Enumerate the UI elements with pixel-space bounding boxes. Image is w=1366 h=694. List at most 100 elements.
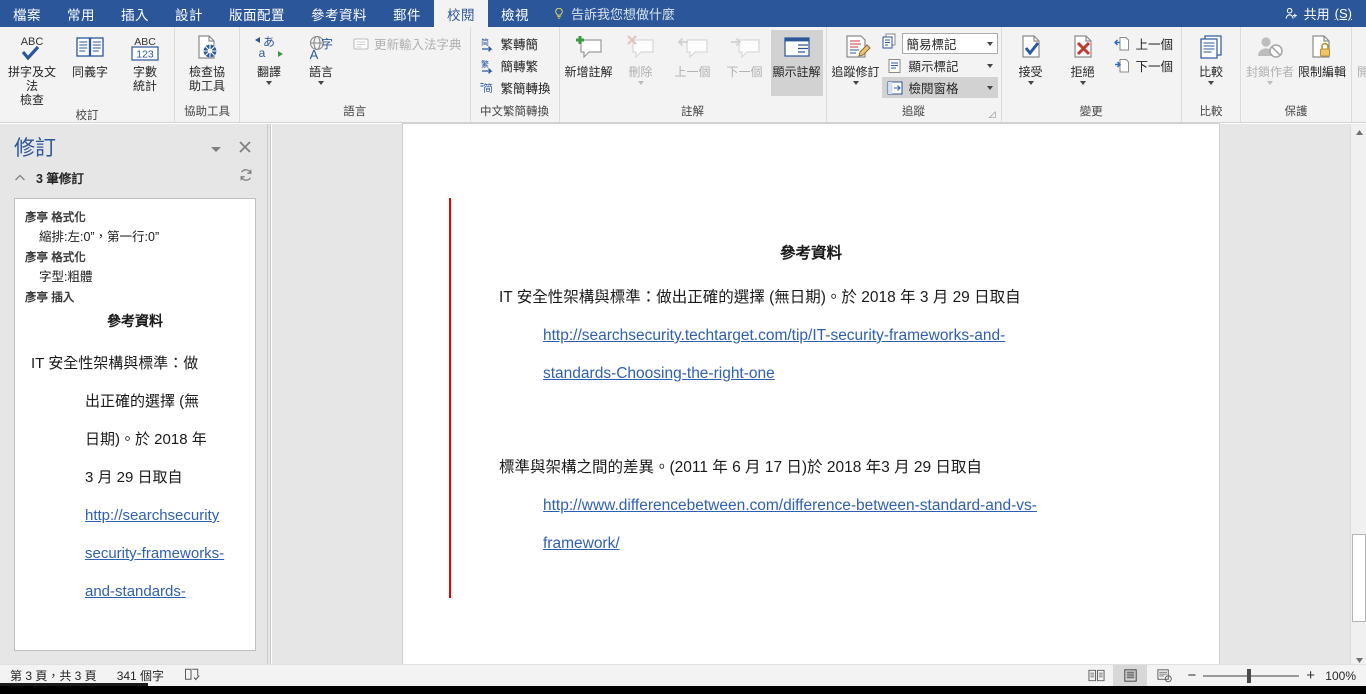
- accept-change-button[interactable]: 接受: [1005, 30, 1057, 96]
- reviewing-pane-icon: [887, 79, 904, 96]
- document-page[interactable]: 參考資料 IT 安全性架構與標準：做出正確的選擇 (無日期)。於 2018 年 …: [403, 124, 1219, 669]
- tab-layout[interactable]: 版面配置: [216, 0, 298, 27]
- chevron-down-icon[interactable]: [209, 142, 223, 156]
- word-count-label: 字數 統計: [132, 65, 157, 93]
- show-comments-button[interactable]: 顯示註解: [770, 30, 823, 96]
- zoom-slider-track[interactable]: [1203, 668, 1300, 683]
- scroll-up-arrow[interactable]: [1351, 124, 1366, 141]
- restrict-editing-button[interactable]: 限制編輯: [1296, 30, 1348, 96]
- word-count-indicator[interactable]: 341 個字: [107, 667, 174, 684]
- track-changes-icon: [840, 32, 872, 64]
- translate-dropdown-caret[interactable]: [266, 81, 272, 85]
- tab-file[interactable]: 檔案: [0, 0, 54, 27]
- show-markup-icon: [887, 57, 904, 74]
- reference-2-link-line-1[interactable]: http://www.differencebetween.com/differe…: [499, 495, 1159, 517]
- tracking-dialog-launcher[interactable]: ◿: [987, 109, 998, 120]
- pane-splitter[interactable]: [268, 124, 271, 669]
- chevron-up-icon[interactable]: [14, 172, 26, 184]
- start-inking-button[interactable]: 開始筆跡: [1355, 30, 1366, 96]
- web-layout-view-button[interactable]: [1147, 665, 1181, 687]
- share-button[interactable]: 共用 (S): [1278, 0, 1358, 27]
- group-label-compare: 比較: [1199, 106, 1223, 118]
- vertical-scrollbar-thumb[interactable]: [1352, 534, 1366, 622]
- lightbulb-icon: [555, 7, 563, 19]
- svg-text:简: 简: [483, 82, 493, 95]
- reference-2-link-line-2[interactable]: framework/: [499, 533, 1159, 555]
- abc-123-icon: ABC 123: [128, 32, 162, 64]
- inserted-link-line[interactable]: http://searchsecurity: [31, 497, 245, 535]
- next-comment-button[interactable]: 下一個: [719, 30, 771, 96]
- reviewing-pane-caret[interactable]: [986, 85, 993, 90]
- reference-1-link-line-1[interactable]: http://searchsecurity.techtarget.com/tip…: [499, 325, 1139, 347]
- zoom-control[interactable]: − + 100%: [1181, 668, 1366, 683]
- print-layout-view-button[interactable]: [1113, 664, 1148, 687]
- language-dropdown-caret[interactable]: [318, 81, 324, 85]
- track-changes-button[interactable]: 追蹤修訂: [830, 30, 882, 96]
- chinese-conversion-button[interactable]: 简 繁簡轉換: [474, 77, 556, 98]
- tab-insert[interactable]: 插入: [108, 0, 162, 27]
- track-changes-dropdown-caret[interactable]: [852, 81, 859, 85]
- spelling-grammar-button[interactable]: ABC 拼字及文法 檢查: [3, 30, 61, 107]
- markup-display-value: 簡易標記: [906, 38, 957, 52]
- compare-dropdown-caret[interactable]: [1208, 81, 1215, 85]
- show-markup-caret[interactable]: [986, 63, 993, 68]
- thesaurus-button[interactable]: 同義字: [61, 30, 119, 96]
- traditional-to-simplified-button[interactable]: 简 繁轉簡: [474, 33, 556, 54]
- show-markup-label: 顯示標記: [908, 60, 959, 74]
- revision-item[interactable]: 彥亭 插入 參考資料 IT 安全性架構與標準：做 出正確的選擇 (無 日期)。於…: [15, 285, 255, 611]
- share-accel: (S): [1334, 6, 1352, 21]
- tell-me-box[interactable]: 告訴我您想做什麼: [542, 0, 685, 27]
- tab-home[interactable]: 常用: [54, 0, 108, 27]
- revision-item[interactable]: 彥亭 格式化 縮排:左:0”，第一行:0”: [15, 205, 255, 245]
- translate-button[interactable]: あ a 翻譯: [243, 30, 295, 96]
- update-ime-dictionary-button[interactable]: 更新輸入法字典: [347, 33, 467, 54]
- tab-design[interactable]: 設計: [162, 0, 216, 27]
- inserted-link-line[interactable]: and-standards-: [31, 573, 245, 611]
- reference-1-link-line-2[interactable]: standards-Choosing-the-right-one: [499, 363, 1139, 385]
- check-accessibility-button[interactable]: 檢查協 助工具: [178, 30, 236, 96]
- zoom-level-label[interactable]: 100%: [1322, 669, 1356, 683]
- language-button[interactable]: A 字 語言: [295, 30, 347, 96]
- zoom-out-button[interactable]: −: [1187, 668, 1196, 683]
- revision-list[interactable]: 彥亭 格式化 縮排:左:0”，第一行:0” 彥亭 格式化 字型:粗體 彥亭 插入…: [14, 198, 256, 651]
- taskbar: [0, 686, 1366, 694]
- translate-label: 翻譯: [256, 65, 281, 79]
- tab-references[interactable]: 參考資料: [298, 0, 380, 27]
- markup-display-combo[interactable]: 簡易標記: [901, 33, 998, 54]
- proofing-status-icon[interactable]: [174, 667, 211, 684]
- block-authors-button[interactable]: 封鎖作者: [1244, 30, 1296, 96]
- close-icon[interactable]: [237, 139, 253, 155]
- delete-comment-dropdown-caret[interactable]: [637, 81, 644, 85]
- previous-comment-button[interactable]: 上一個: [667, 30, 719, 96]
- next-change-button[interactable]: 下一個: [1109, 55, 1179, 76]
- reviewing-pane-button[interactable]: 檢閱窗格: [881, 77, 998, 98]
- inserted-heading: 參考資料: [107, 313, 163, 329]
- page-indicator[interactable]: 第 3 頁，共 3 頁: [0, 667, 107, 684]
- reject-change-dropdown-caret[interactable]: [1079, 81, 1086, 85]
- revision-item[interactable]: 彥亭 格式化 字型:粗體: [15, 245, 255, 285]
- accept-change-dropdown-caret[interactable]: [1027, 81, 1034, 85]
- reject-change-button[interactable]: 拒絕: [1057, 30, 1109, 96]
- new-comment-button[interactable]: 新增註解: [563, 30, 615, 96]
- simplified-to-traditional-button[interactable]: 繁 簡轉繁: [474, 55, 556, 76]
- markup-display-caret[interactable]: [986, 41, 993, 46]
- next-comment-label: 下一個: [726, 65, 763, 79]
- tab-mailings[interactable]: 郵件: [380, 0, 434, 27]
- reference-entry-2[interactable]: 標準與架構之間的差異。(2011 年 6 月 17 日)於 2018 年3 月 …: [499, 457, 1159, 555]
- word-count-button[interactable]: ABC 123 字數 統計: [119, 30, 171, 96]
- inserted-link-line[interactable]: security-frameworks-: [31, 535, 245, 573]
- zoom-slider-thumb[interactable]: [1247, 668, 1252, 683]
- zoom-in-button[interactable]: +: [1306, 668, 1315, 683]
- previous-change-button[interactable]: 上一個: [1109, 33, 1179, 54]
- reference-entry-1[interactable]: IT 安全性架構與標準：做出正確的選擇 (無日期)。於 2018 年 3 月 2…: [499, 287, 1139, 385]
- delete-comment-button[interactable]: 刪除: [615, 30, 667, 96]
- tab-view[interactable]: 檢視: [488, 0, 542, 27]
- refresh-icon[interactable]: [239, 168, 253, 182]
- tab-review[interactable]: 校閱: [434, 0, 488, 27]
- compare-button[interactable]: 比較: [1185, 30, 1237, 96]
- show-markup-button[interactable]: 顯示標記: [882, 55, 998, 76]
- vertical-scrollbar[interactable]: [1350, 124, 1366, 669]
- block-authors-dropdown-caret[interactable]: [1267, 81, 1274, 85]
- update-ime-dictionary-label: 更新輸入法字典: [374, 38, 462, 52]
- read-mode-view-button[interactable]: [1079, 665, 1113, 687]
